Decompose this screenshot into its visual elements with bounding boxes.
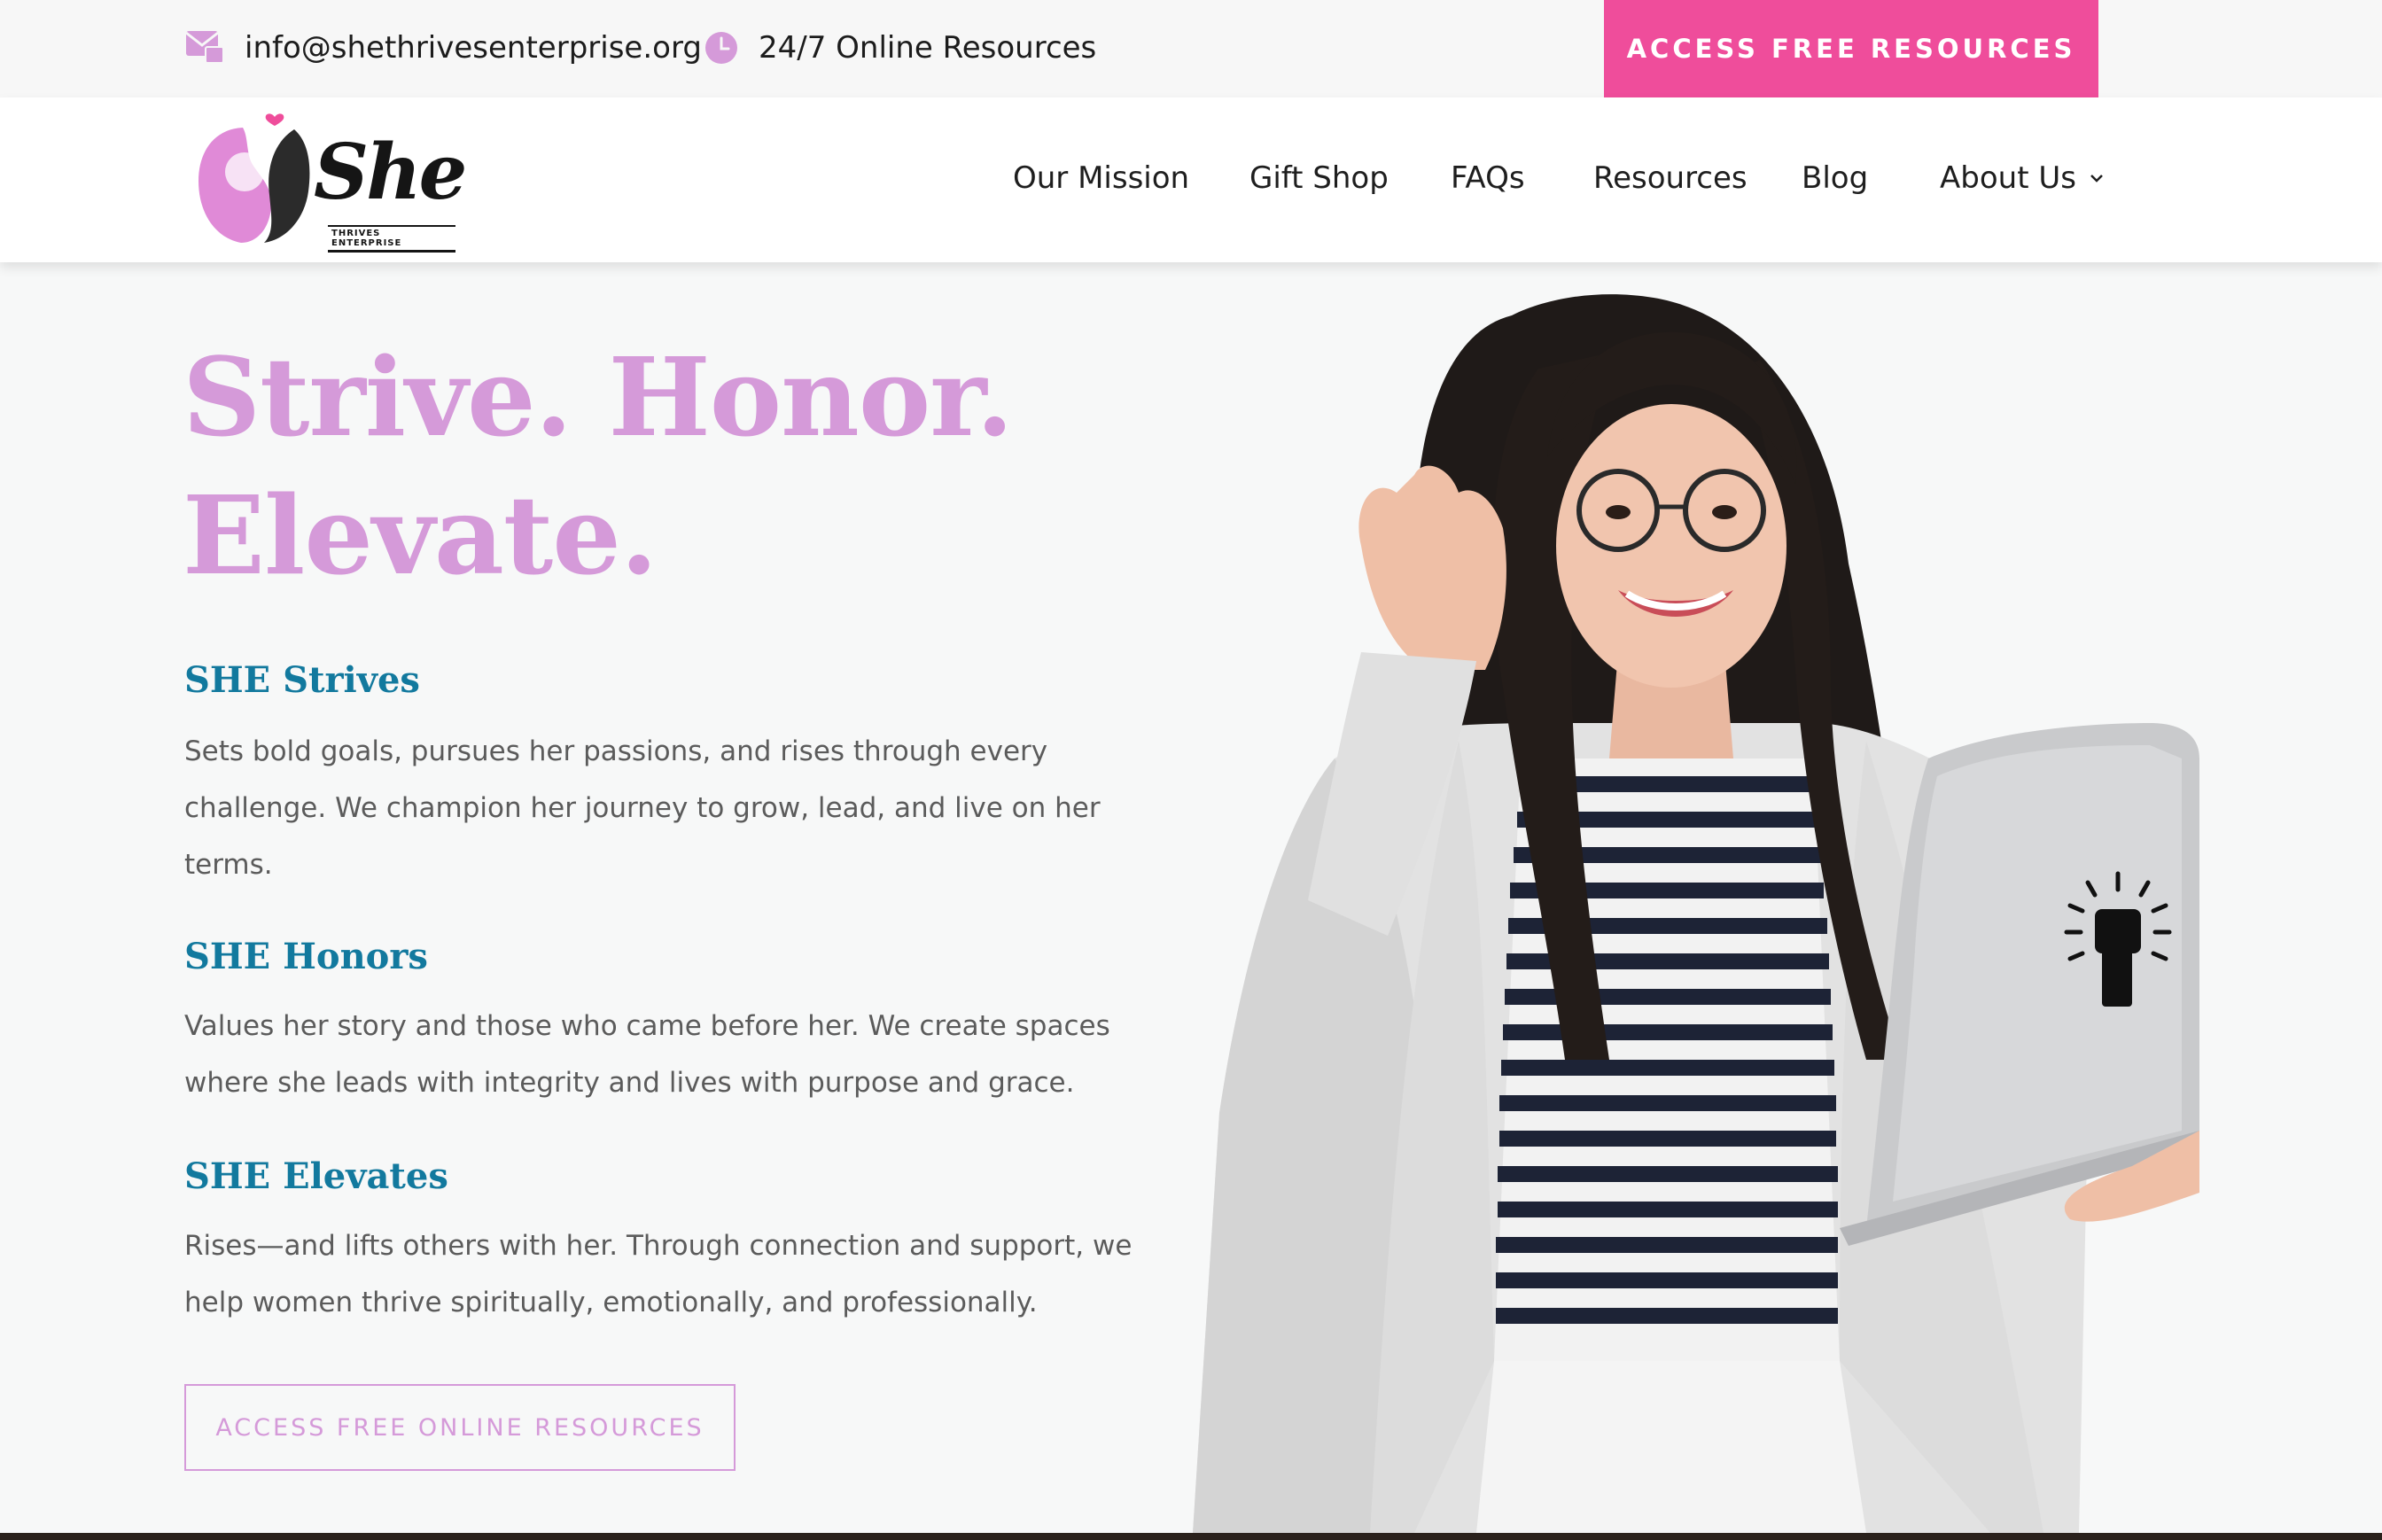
nav-label: About Us [1940,160,2076,196]
section-body-elevates: Rises—and lifts others with her. Through… [184,1230,1133,1318]
logo-wordmark: She [314,128,467,217]
nav-label: Our Mission [1013,160,1190,196]
nav-resources[interactable]: Resources [1593,151,1748,206]
nav-label: Gift Shop [1249,160,1389,196]
access-free-resources-button[interactable]: ACCESS FREE RESOURCES [1604,0,2098,97]
hours-text: 24/7 Online Resources [759,30,1097,66]
nav-about-us[interactable]: About Us [1940,151,2105,206]
mail-icon [185,31,224,64]
section-title-elevates: SHE Elevates [184,1155,448,1197]
chevron-down-icon [2090,175,2103,183]
logo-tagline: THRIVES ENTERPRISE [328,225,455,253]
hero-woman-photo [1193,294,2199,1533]
section-body-strives: Sets bold goals, pursues her passions, a… [184,735,1101,881]
nav-our-mission[interactable]: Our Mission [1013,151,1189,206]
next-section-edge [0,1533,2382,1540]
logo-mark-icon [198,113,310,243]
email-contact[interactable]: info@shethrivesenterprise.org [183,23,702,73]
site-logo[interactable]: She THRIVES ENTERPRISE [190,110,467,253]
nav-gift-shop[interactable]: Gift Shop [1249,151,1389,206]
nav-label: Blog [1802,160,1869,196]
section-title-strives: SHE Strives [184,659,420,701]
headline-line-2: Elevate. [183,471,658,599]
nav-label: FAQs [1451,160,1525,196]
access-free-online-resources-button[interactable]: ACCESS FREE ONLINE RESOURCES [184,1384,736,1471]
headline-line-1: Strive. Honor. [183,333,1014,461]
section-body-honors: Values her story and those who came befo… [184,1010,1110,1099]
hours-info: 24/7 Online Resources [704,23,1096,73]
clock-icon [705,32,737,64]
section-title-honors: SHE Honors [184,936,428,977]
top-bar: info@shethrivesenterprise.org 24/7 Onlin… [0,0,2382,97]
email-text: info@shethrivesenterprise.org [245,30,702,66]
hero-headline: Strive. Honor. Elevate. [183,328,1069,604]
nav-label: Resources [1593,160,1748,196]
nav-faqs[interactable]: FAQs [1451,151,1525,206]
nav-blog[interactable]: Blog [1802,151,1868,206]
main-header: She THRIVES ENTERPRISE Our Mission Gift … [0,97,2382,262]
